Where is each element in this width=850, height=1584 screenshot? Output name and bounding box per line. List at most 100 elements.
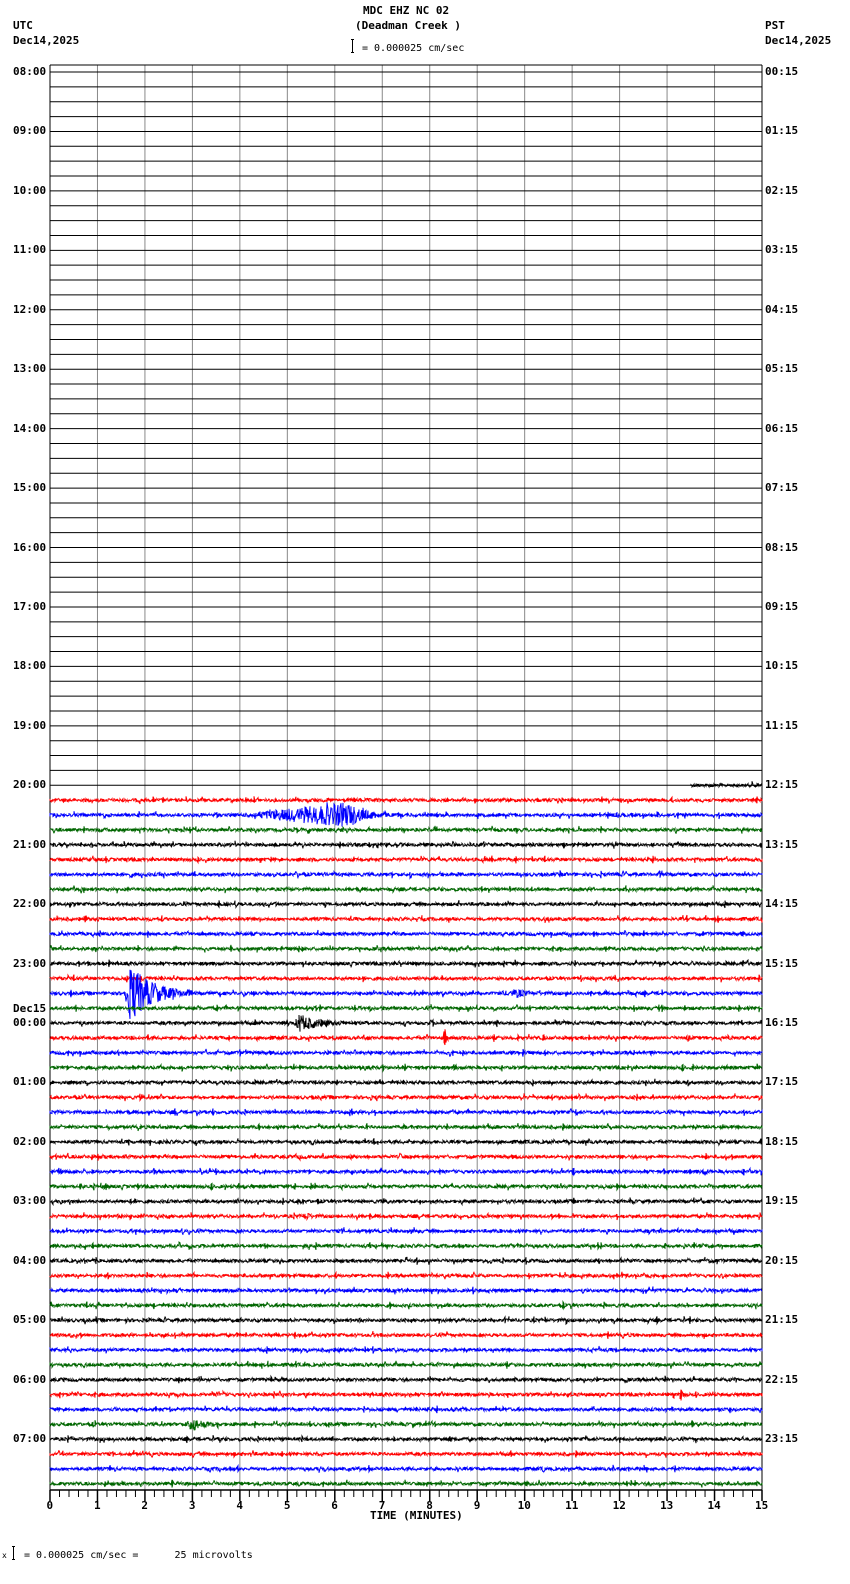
x-tick-label: 3 — [189, 1500, 196, 1512]
seismic-trace-row-86 — [50, 1346, 762, 1354]
seismic-trace-row-54 — [50, 870, 762, 878]
utc-hour-label: 22:00 — [13, 898, 46, 910]
seismic-trace-row-87 — [50, 1361, 762, 1369]
seismic-trace-row-71 — [50, 1123, 762, 1131]
seismic-trace-row-50 — [50, 802, 762, 826]
x-tick-label: 14 — [708, 1500, 721, 1512]
utc-hour-label: 11:00 — [13, 244, 46, 256]
utc-hour-label: 13:00 — [13, 363, 46, 375]
seismic-trace-row-85 — [50, 1331, 762, 1339]
seismic-trace-row-53 — [50, 856, 762, 864]
utc-hour-label: 12:00 — [13, 304, 46, 316]
seismic-trace-row-76 — [50, 1198, 762, 1205]
pst-hour-label: 13:15 — [765, 839, 798, 851]
x-tick-label: 13 — [660, 1500, 673, 1512]
seismic-trace-row-68 — [50, 1079, 762, 1087]
date-change-label: Dec15 — [13, 1003, 46, 1015]
utc-hour-label: 21:00 — [13, 839, 46, 851]
x-tick-label: 8 — [426, 1500, 433, 1512]
utc-hour-label: 18:00 — [13, 660, 46, 672]
utc-hour-label: 17:00 — [13, 601, 46, 613]
pst-hour-label: 16:15 — [765, 1017, 798, 1029]
seismic-trace-row-74 — [50, 1168, 762, 1176]
seismic-trace-row-66 — [50, 1049, 762, 1057]
pst-hour-label: 03:15 — [765, 244, 798, 256]
pst-hour-label: 20:15 — [765, 1255, 798, 1267]
x-tick-label: 9 — [474, 1500, 481, 1512]
pst-hour-label: 02:15 — [765, 185, 798, 197]
pst-hour-label: 09:15 — [765, 601, 798, 613]
pst-hour-label: 12:15 — [765, 779, 798, 791]
seismic-trace-row-65 — [50, 1029, 762, 1045]
utc-hour-label: 08:00 — [13, 66, 46, 78]
x-tick-label: 12 — [613, 1500, 626, 1512]
seismic-trace-row-72 — [50, 1138, 762, 1146]
seismic-trace-row-83 — [50, 1302, 762, 1310]
seismic-trace-row-93 — [50, 1450, 762, 1458]
x-tick-label: 4 — [236, 1500, 243, 1512]
utc-hour-label: 20:00 — [13, 779, 46, 791]
pst-hour-label: 06:15 — [765, 423, 798, 435]
pst-hour-label: 22:15 — [765, 1374, 798, 1386]
seismic-trace-row-52 — [50, 841, 762, 849]
x-tick-label: 10 — [518, 1500, 531, 1512]
utc-hour-label: 16:00 — [13, 542, 46, 554]
pst-hour-label: 14:15 — [765, 898, 798, 910]
seismic-trace-row-64 — [50, 1015, 762, 1032]
seismic-trace-row-88 — [50, 1376, 762, 1383]
seismic-trace-row-95 — [50, 1480, 762, 1488]
seismic-trace-row-58 — [50, 930, 762, 938]
utc-hour-label: 09:00 — [13, 125, 46, 137]
seismic-trace-row-90 — [50, 1406, 762, 1414]
seismic-trace-row-70 — [50, 1108, 762, 1116]
seismic-trace-row-82 — [50, 1287, 762, 1295]
x-tick-label: 0 — [47, 1500, 54, 1512]
seismic-trace-row-63 — [50, 1004, 762, 1012]
pst-hour-label: 15:15 — [765, 958, 798, 970]
pst-hour-label: 04:15 — [765, 304, 798, 316]
x-tick-label: 7 — [379, 1500, 386, 1512]
seismic-trace-row-77 — [50, 1212, 762, 1220]
pst-hour-label: 08:15 — [765, 542, 798, 554]
seismic-trace-row-48 — [691, 781, 762, 787]
utc-hour-label: 03:00 — [13, 1195, 46, 1207]
utc-hour-label: 19:00 — [13, 720, 46, 732]
utc-hour-label: 07:00 — [13, 1433, 46, 1445]
pst-hour-label: 21:15 — [765, 1314, 798, 1326]
seismic-trace-row-75 — [50, 1183, 762, 1191]
seismic-trace-row-61 — [50, 975, 762, 983]
utc-hour-label: 00:00 — [13, 1017, 46, 1029]
x-tick-label: 1 — [94, 1500, 101, 1512]
pst-hour-label: 18:15 — [765, 1136, 798, 1148]
seismic-trace-row-84 — [50, 1316, 762, 1324]
pst-hour-label: 23:15 — [765, 1433, 798, 1445]
pst-hour-label: 11:15 — [765, 720, 798, 732]
seismic-trace-row-81 — [50, 1272, 762, 1280]
seismic-trace-row-67 — [50, 1064, 762, 1072]
pst-hour-label: 19:15 — [765, 1195, 798, 1207]
seismic-trace-row-79 — [50, 1242, 762, 1250]
x-tick-label: 5 — [284, 1500, 291, 1512]
x-tick-label: 15 — [755, 1500, 768, 1512]
pst-hour-label: 05:15 — [765, 363, 798, 375]
seismic-trace-row-51 — [50, 826, 762, 834]
seismic-trace-row-80 — [50, 1257, 762, 1265]
seismic-trace-row-69 — [50, 1093, 762, 1101]
x-tick-label: 11 — [565, 1500, 578, 1512]
seismic-trace-row-92 — [50, 1435, 762, 1443]
utc-hour-label: 10:00 — [13, 185, 46, 197]
seismic-trace-row-89 — [50, 1390, 762, 1401]
utc-hour-label: 23:00 — [13, 958, 46, 970]
utc-hour-label: 06:00 — [13, 1374, 46, 1386]
seismic-trace-row-78 — [50, 1227, 762, 1235]
seismic-trace-row-94 — [50, 1465, 762, 1473]
x-tick-label: 6 — [331, 1500, 338, 1512]
seismic-trace-row-59 — [50, 945, 762, 953]
utc-hour-label: 04:00 — [13, 1255, 46, 1267]
pst-hour-label: 01:15 — [765, 125, 798, 137]
seismic-trace-row-57 — [50, 915, 762, 923]
seismic-trace-row-91 — [50, 1420, 762, 1430]
seismic-trace-row-73 — [50, 1153, 762, 1161]
pst-hour-label: 07:15 — [765, 482, 798, 494]
utc-hour-label: 02:00 — [13, 1136, 46, 1148]
